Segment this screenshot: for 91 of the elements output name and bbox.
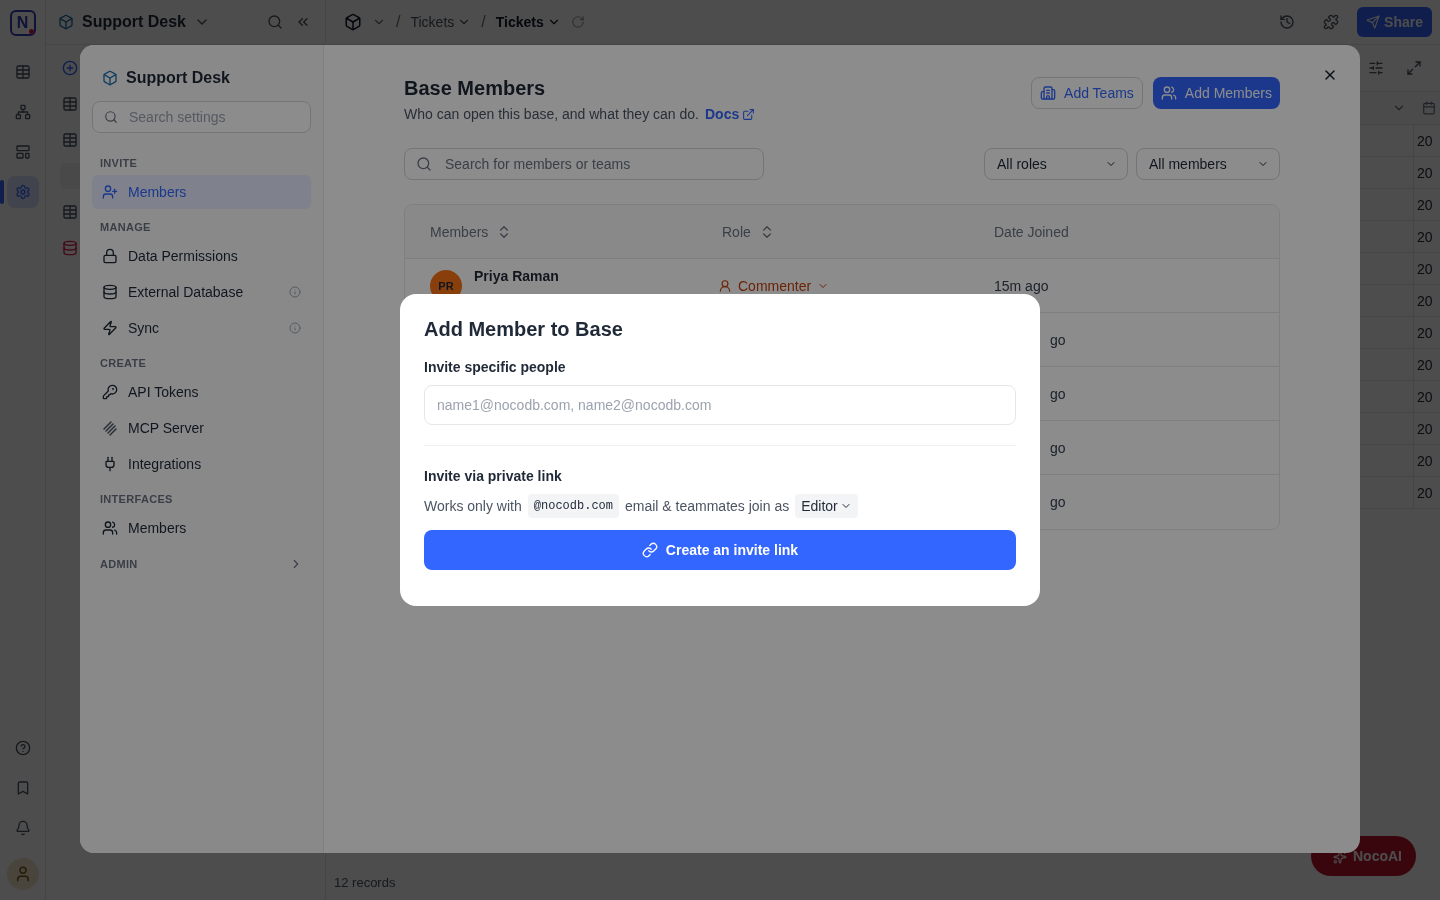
stripes-icon bbox=[102, 420, 118, 436]
date-joined: go bbox=[1050, 385, 1066, 402]
field-label: Invite via private link bbox=[424, 468, 563, 484]
table-icon[interactable] bbox=[62, 96, 78, 112]
column-header[interactable]: Members bbox=[430, 223, 513, 240]
section-heading: CREATE bbox=[99, 356, 148, 371]
page-subtitle: Who can open this base, and what they can do. bbox=[404, 106, 699, 122]
create-link-button[interactable]: Create an invite link bbox=[424, 530, 1016, 570]
calendar-icon bbox=[1422, 101, 1436, 115]
date-joined: 15m ago bbox=[994, 277, 1049, 294]
cube-icon bbox=[344, 13, 362, 31]
section-heading: INTERFACES bbox=[99, 492, 174, 507]
info-icon bbox=[289, 322, 301, 334]
users-icon bbox=[102, 520, 118, 536]
table-cell: 20 bbox=[1413, 477, 1440, 508]
breadcrumb[interactable]: Tickets bbox=[495, 14, 561, 30]
dialog-title: Add Member to Base bbox=[424, 318, 624, 341]
table-cell: 20 bbox=[1413, 189, 1440, 220]
nav-item[interactable]: Members bbox=[92, 175, 311, 209]
reload-icon[interactable] bbox=[570, 15, 585, 29]
database-icon[interactable] bbox=[62, 240, 78, 256]
base-name: Support Desk bbox=[82, 13, 186, 31]
page-title: Base Members bbox=[404, 77, 547, 100]
nav-item[interactable]: Members bbox=[92, 511, 311, 545]
table-cell: 20 bbox=[1413, 317, 1440, 348]
table-cell: 20 bbox=[1413, 125, 1440, 156]
cube-icon bbox=[102, 70, 118, 86]
search-icon bbox=[416, 156, 432, 172]
sliders-icon[interactable] bbox=[1366, 58, 1386, 78]
table-cell: 20 bbox=[1413, 157, 1440, 188]
filter-select[interactable]: All roles bbox=[984, 148, 1128, 180]
invite-text: email & teammates join as bbox=[625, 498, 790, 514]
settings-title: Support Desk bbox=[126, 69, 230, 87]
member-name: Priya Raman bbox=[474, 268, 559, 284]
info-icon bbox=[289, 286, 301, 298]
plug-icon bbox=[102, 456, 118, 472]
settings-icon[interactable] bbox=[6, 176, 39, 208]
table-icon[interactable] bbox=[62, 132, 78, 148]
table-cell: 20 bbox=[1413, 221, 1440, 252]
column-header: Date Joined bbox=[994, 223, 1069, 240]
table-cell: 20 bbox=[1413, 381, 1440, 412]
nav-item[interactable]: External Database bbox=[92, 275, 311, 309]
date-joined: go bbox=[1050, 331, 1066, 348]
date-joined: go bbox=[1050, 494, 1066, 510]
add-members-button[interactable]: Add Members bbox=[1152, 77, 1280, 109]
breadcrumb-separator: / bbox=[481, 13, 486, 31]
app-logo[interactable]: N bbox=[9, 10, 36, 36]
role-select[interactable]: Commenter bbox=[718, 277, 830, 294]
column-header[interactable]: Role bbox=[722, 223, 775, 240]
search-field[interactable]: Search for members or teams bbox=[404, 148, 764, 180]
lock-icon bbox=[102, 248, 118, 264]
avatar-icon[interactable] bbox=[6, 858, 39, 890]
external-link-icon bbox=[742, 107, 756, 121]
add-teams-button[interactable]: Add Teams bbox=[1031, 77, 1143, 109]
users-icon bbox=[1160, 85, 1177, 101]
table-cell: 20 bbox=[1413, 349, 1440, 380]
link-icon bbox=[641, 542, 658, 558]
role-select[interactable]: Editor bbox=[795, 494, 858, 518]
section-toggle[interactable]: ADMIN bbox=[92, 547, 311, 581]
nav-item[interactable]: Integrations bbox=[92, 447, 311, 481]
table-cell: 20 bbox=[1413, 445, 1440, 476]
docs-link[interactable]: Docs bbox=[705, 106, 756, 122]
date-joined: go bbox=[1050, 439, 1066, 456]
building-icon bbox=[1040, 85, 1057, 101]
active-indicator bbox=[0, 180, 4, 204]
user-icon bbox=[718, 278, 732, 293]
send-icon bbox=[1366, 15, 1381, 29]
invite-text: Works only with bbox=[424, 498, 522, 514]
lightning-icon bbox=[102, 320, 118, 336]
section-heading: INVITE bbox=[99, 156, 139, 171]
table-icon[interactable] bbox=[62, 204, 78, 220]
domain-chip: @nocodb.com bbox=[527, 494, 619, 518]
add-icon[interactable] bbox=[62, 60, 78, 76]
database-icon bbox=[102, 284, 118, 300]
nav-item[interactable]: Sync bbox=[92, 311, 311, 345]
filter-select[interactable]: All members bbox=[1136, 148, 1280, 180]
search-icon bbox=[104, 110, 118, 124]
expand-icon[interactable] bbox=[1404, 58, 1424, 78]
nav-item[interactable]: MCP Server bbox=[92, 411, 311, 445]
user-plus-icon bbox=[102, 184, 118, 200]
breadcrumb-separator: / bbox=[396, 13, 401, 31]
table-cell: 20 bbox=[1413, 285, 1440, 316]
nav-item[interactable]: API Tokens bbox=[92, 375, 311, 409]
cube-icon bbox=[58, 14, 74, 30]
section-heading: MANAGE bbox=[99, 220, 152, 235]
nav-item[interactable]: Data Permissions bbox=[92, 239, 311, 273]
key-icon bbox=[102, 384, 118, 400]
field-label: Invite specific people bbox=[424, 359, 567, 375]
table-cell: 20 bbox=[1413, 413, 1440, 444]
email-field[interactable]: name1@nocodb.com, name2@nocodb.com bbox=[424, 385, 1016, 425]
table-cell: 20 bbox=[1413, 253, 1440, 284]
